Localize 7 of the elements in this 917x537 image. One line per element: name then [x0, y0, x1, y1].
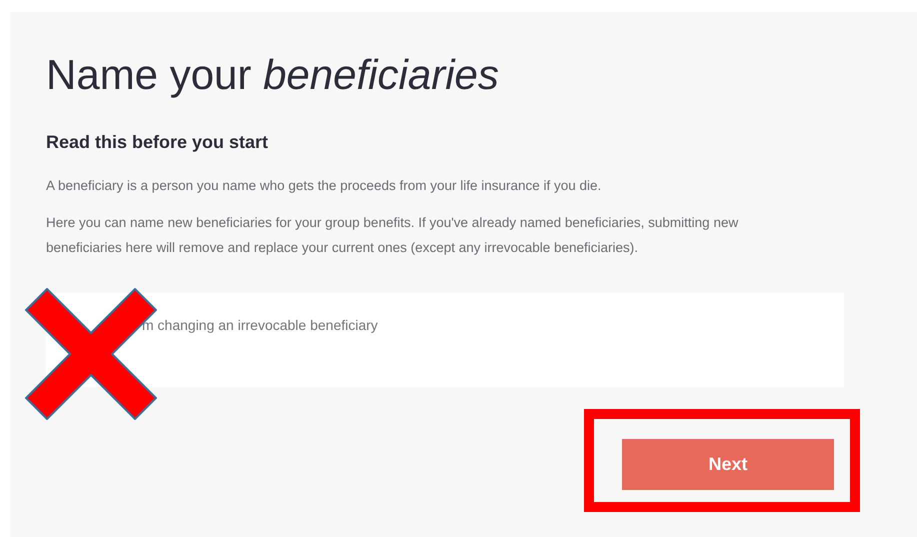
section-heading: Read this before you start	[46, 132, 270, 154]
page-title: Name your beneficiaries	[46, 52, 500, 98]
info-paragraph: Here you can name new beneficiaries for your group benefits. If you've already named beneficiaries, submitting new beneficiaries here will remove and replace your current ones (except any irrevocable beneficiaries).	[46, 214, 740, 258]
option-label: m changing an irrevocable beneficiary	[142, 317, 378, 334]
next-button[interactable]: Next	[622, 439, 834, 490]
cross-mark-icon	[25, 288, 157, 420]
info-paragraph: A beneficiary is a person you name who gets the proceeds from your life insurance if you die.	[46, 177, 602, 196]
